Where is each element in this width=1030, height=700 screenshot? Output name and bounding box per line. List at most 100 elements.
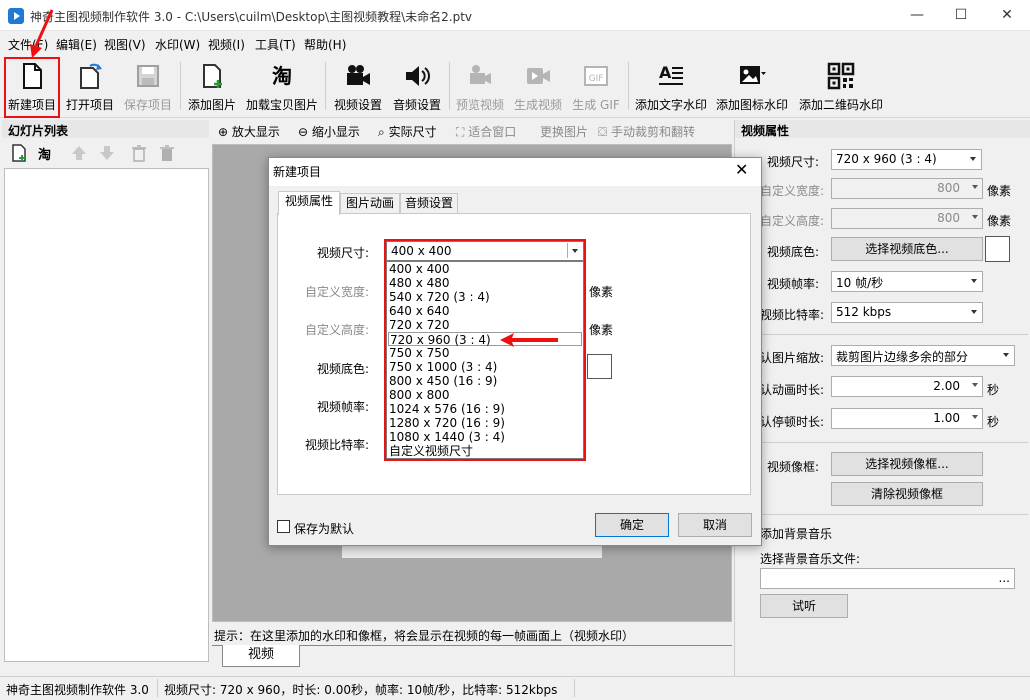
generate-gif-button[interactable]: GIF 生成 GIF (568, 56, 624, 116)
cancel-button[interactable]: 取消 (678, 513, 752, 537)
animation-duration-label: 认动画时长: (760, 383, 825, 397)
add-icon-watermark-button[interactable]: 添加图标水印 (713, 56, 791, 116)
generate-gif-label: 生成 GIF (572, 98, 620, 112)
video-size-select[interactable]: 720 x 960 (3 : 4) (831, 149, 982, 170)
choose-video-frame-button[interactable]: 选择视频像框... (831, 452, 983, 476)
save-default-checkbox[interactable] (277, 520, 290, 533)
add-slide-icon[interactable] (10, 144, 28, 162)
menu-video[interactable]: 视频(I) (208, 36, 245, 53)
status-divider (574, 679, 575, 697)
slide-list-toolbar: 淘 (2, 140, 209, 166)
bgm-browse-button[interactable]: ... (999, 571, 1010, 585)
width-unit: 像素 (987, 184, 1012, 198)
svg-text:GIF: GIF (589, 74, 604, 84)
spinner-icon (972, 215, 978, 219)
fit-window-icon: ⛶ (456, 125, 465, 139)
crop-icon: ⛋ (598, 125, 608, 139)
manual-crop-button[interactable]: ⛋ 手动裁剪和翻转 (598, 123, 695, 140)
video-size-label: 视频尺寸: (767, 155, 820, 169)
bgm-file-input[interactable]: ... (760, 568, 1015, 589)
custom-height-label: 自定义高度: (760, 214, 825, 228)
add-image-label: 添加图片 (187, 98, 236, 112)
generate-video-label: 生成视频 (513, 98, 562, 112)
image-scale-value: 裁剪图片边缘多余的部分 (836, 350, 969, 364)
height-unit: 像素 (987, 214, 1012, 228)
preview-video-label: 预览视频 (455, 98, 504, 112)
image-scale-select[interactable]: 裁剪图片边缘多余的部分 (831, 345, 1015, 366)
add-qrcode-watermark-button[interactable]: 添加二维码水印 (796, 56, 886, 116)
actual-size-button[interactable]: ⌕ 实际尺寸 (378, 123, 437, 140)
choose-bg-color-button[interactable]: 选择视频底色... (831, 237, 983, 261)
replace-image-button[interactable]: 更换图片 (540, 123, 588, 140)
image-scale-label: 认图片缩放: (760, 351, 825, 365)
add-text-watermark-button[interactable]: A 添加文字水印 (632, 56, 710, 116)
tab-video-properties[interactable]: 视频属性 (278, 191, 340, 215)
menu-edit[interactable]: 编辑(E) (56, 36, 97, 53)
tab-video[interactable]: 视频 (222, 645, 300, 667)
bitrate-select[interactable]: 512 kbps (831, 302, 983, 323)
load-product-images-button[interactable]: 淘 加载宝贝图片 (243, 56, 321, 116)
custom-height-input[interactable]: 800 (831, 208, 983, 229)
menu-watermark[interactable]: 水印(W) (155, 36, 200, 53)
generate-video-button[interactable]: 生成视频 (510, 56, 566, 116)
close-button[interactable]: ✕ (984, 0, 1030, 31)
menu-tools[interactable]: 工具(T) (255, 36, 296, 53)
custom-width-input[interactable]: 800 (831, 178, 983, 199)
toolbar-separator (180, 62, 181, 110)
bg-color-swatch[interactable] (985, 236, 1010, 262)
move-up-icon[interactable] (70, 144, 88, 162)
zoom-out-button[interactable]: ⊖ 缩小显示 (298, 123, 360, 140)
play-icon (527, 68, 550, 84)
zoom-out-label: 缩小显示 (311, 125, 360, 139)
move-down-icon[interactable] (98, 144, 116, 162)
add-image-icon (203, 64, 222, 88)
actual-size-label: 实际尺寸 (388, 125, 437, 139)
listen-button[interactable]: 试听 (760, 594, 848, 618)
ok-button[interactable]: 确定 (595, 513, 669, 537)
zoom-in-button[interactable]: ⊕ 放大显示 (218, 123, 280, 140)
preview-camera-icon (470, 65, 491, 84)
status-divider (157, 679, 158, 697)
frame-rate-value: 10 帧/秒 (836, 276, 884, 290)
frame-rate-select[interactable]: 10 帧/秒 (831, 271, 983, 292)
fit-window-label: 适合窗口 (468, 125, 517, 139)
dialog-bg-color-label: 视频底色: (317, 362, 370, 376)
clear-video-frame-button[interactable]: 清除视频像框 (831, 482, 983, 506)
animation-duration-input[interactable]: 2.00 (831, 376, 983, 397)
menu-view[interactable]: 视图(V) (104, 36, 146, 53)
preview-video-button[interactable]: 预览视频 (452, 56, 508, 116)
load-taobao-icon[interactable]: 淘 (38, 144, 51, 163)
frame-rate-label: 视频帧率: (767, 277, 820, 291)
add-bgm-label: 添加背景音乐 (760, 527, 833, 541)
gif-icon: GIF (584, 66, 608, 86)
zoom-out-icon: ⊖ (298, 125, 309, 139)
status-video-info: 视频尺寸: 720 x 960，时长: 0.00秒，帧率: 10帧/秒，比特率:… (164, 683, 558, 697)
menu-help[interactable]: 帮助(H) (304, 36, 346, 53)
tab-image-animation[interactable]: 图片动画 (340, 193, 400, 214)
dialog-close-button[interactable]: ✕ (735, 160, 748, 179)
video-settings-button[interactable]: 视频设置 (330, 56, 386, 116)
highlight-box (384, 239, 586, 461)
menu-bar: 文件(F) 编辑(E) 视图(V) 水印(W) 视频(I) 工具(T) 帮助(H… (0, 34, 1030, 54)
slide-list[interactable] (4, 168, 209, 662)
pause-duration-input[interactable]: 1.00 (831, 408, 983, 429)
save-project-button[interactable]: 保存项目 (120, 56, 176, 116)
pause-unit: 秒 (987, 415, 1000, 429)
save-project-label: 保存项目 (123, 98, 172, 112)
dialog-title-bar (269, 158, 761, 186)
dialog-title: 新建项目 (273, 165, 322, 179)
maximize-button[interactable]: ☐ (938, 0, 984, 31)
divider (736, 442, 1028, 443)
clear-all-icon[interactable] (158, 144, 176, 162)
tab-audio-settings[interactable]: 音频设置 (400, 193, 458, 214)
spinner-icon (972, 383, 978, 387)
toolbar-separator (628, 62, 629, 110)
dialog-bg-color-swatch[interactable] (587, 354, 612, 379)
open-project-button[interactable]: 打开项目 (63, 56, 117, 116)
fit-window-button[interactable]: ⛶ 适合窗口 (456, 123, 516, 140)
audio-settings-button[interactable]: 音频设置 (389, 56, 445, 116)
video-settings-label: 视频设置 (333, 98, 382, 112)
add-image-button[interactable]: 添加图片 (184, 56, 240, 116)
minimize-button[interactable]: — (894, 0, 940, 31)
delete-icon[interactable] (130, 144, 148, 162)
